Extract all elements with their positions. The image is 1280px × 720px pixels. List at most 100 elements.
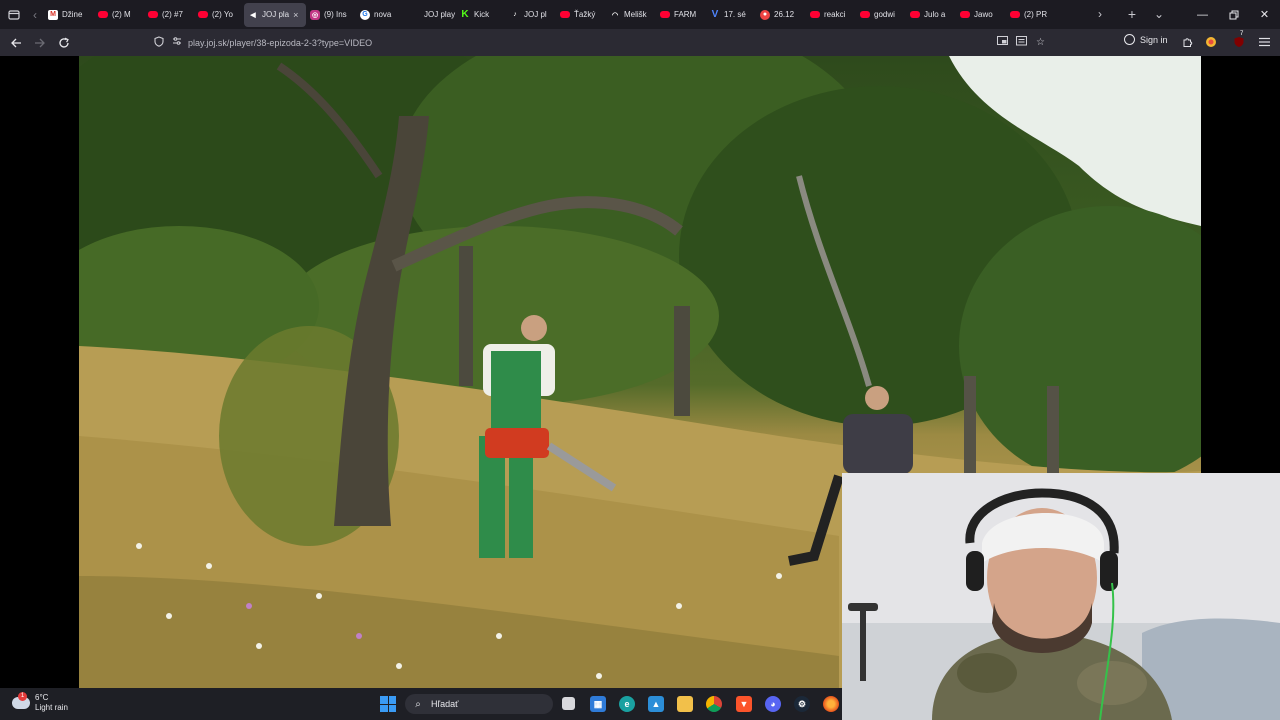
discord-icon[interactable]: ◕ [765, 696, 781, 712]
webcam-scene [842, 473, 1280, 720]
windows-start-icon[interactable] [380, 696, 396, 712]
browser-tab[interactable]: JOJ play [406, 3, 456, 27]
browser-tab[interactable]: ◎ (9) Ins [306, 3, 356, 27]
weather-rain-icon: 1 [12, 692, 30, 709]
minimize-icon[interactable]: — [1187, 0, 1218, 29]
tab-label: (2) M [112, 10, 131, 19]
youtube-icon [660, 11, 670, 18]
photos-app-icon[interactable]: ▲ [648, 696, 664, 712]
tab-label: godwi [874, 10, 895, 19]
webcam-overlay [842, 473, 1280, 720]
site-permissions-icon[interactable] [168, 36, 186, 49]
reload-icon[interactable] [54, 33, 74, 53]
restore-icon[interactable] [1218, 0, 1249, 29]
joj-icon: ♪ [513, 11, 517, 18]
tab-label: (9) Ins [324, 10, 347, 19]
tab-label: (2) Yo [212, 10, 233, 19]
tab-label: (2) PR [1024, 10, 1048, 19]
v-icon: V [711, 9, 719, 20]
scroll-tabs-right-icon[interactable]: › [1088, 2, 1112, 26]
close-tab-icon[interactable]: × [293, 10, 298, 20]
browser-tab[interactable]: godwi [856, 3, 906, 27]
tab-label: Džine [62, 10, 83, 19]
browser-tab[interactable]: V 17. sé [706, 3, 756, 27]
list-all-tabs-icon[interactable]: ⌄ [1147, 2, 1171, 26]
browser-tab[interactable]: (2) #7 [144, 3, 194, 27]
browser-tab[interactable]: (2) Yo [194, 3, 244, 27]
new-tab-icon[interactable]: + [1120, 2, 1144, 26]
tab-label: JOJ pl [524, 10, 547, 19]
tab-label: JOJ play [424, 10, 456, 19]
close-window-icon[interactable]: ✕ [1249, 0, 1280, 29]
tab-label: FARM [674, 10, 697, 19]
browser-tab[interactable]: K Kick [456, 3, 506, 27]
tab-label: nova [374, 10, 392, 19]
tab-strip: ‹ M Džine (2) M (2) #7 (2) Yo ◀ JOJ pla × ◎ (9) I… [0, 0, 1280, 29]
reader-view-icon[interactable] [1012, 36, 1031, 49]
browser-tab[interactable]: Ťažký [556, 3, 606, 27]
tab-label: Jawo [974, 10, 993, 19]
extensions-icon[interactable] [1179, 34, 1195, 50]
browser-tab[interactable]: ◀ JOJ pla × [244, 2, 306, 27]
account-icon [1124, 34, 1135, 45]
tab-label: 17. sé [724, 10, 746, 19]
picture-in-picture-icon[interactable] [993, 36, 1012, 49]
gmail-icon: M [48, 9, 58, 20]
forward-icon[interactable] [30, 33, 50, 53]
tab-label: Julo a [924, 10, 946, 19]
browser-tab[interactable]: (2) M [94, 3, 144, 27]
youtube-icon [810, 11, 820, 18]
browser-tab[interactable]: ♪ JOJ pl [506, 3, 556, 27]
browser-tab[interactable]: Jawo [956, 3, 1006, 27]
navigation-bar: play.joj.sk/player/38-epizoda-2-3?type=V… [0, 29, 1280, 56]
file-explorer-icon[interactable] [677, 696, 693, 712]
colorful-extension-icon[interactable] [1203, 34, 1219, 50]
steam-icon[interactable]: ⚙ [794, 696, 810, 712]
weather-condition: Light rain [35, 703, 68, 712]
browser-tab[interactable]: ◠ Melišk [606, 3, 656, 27]
speaker-icon: ◀ [250, 11, 256, 19]
youtube-icon [1010, 11, 1020, 18]
weather-widget[interactable]: 1 6°C Light rain [12, 692, 68, 713]
tracking-protection-icon[interactable] [150, 35, 168, 50]
app-menu-icon[interactable] [1256, 34, 1272, 50]
back-icon[interactable] [6, 33, 26, 53]
address-bar[interactable]: play.joj.sk/player/38-epizoda-2-3?type=V… [150, 32, 1050, 53]
task-view-icon[interactable] [562, 697, 575, 710]
browser-tab[interactable]: Julo a [906, 3, 956, 27]
youtube-icon [910, 11, 920, 18]
youtube-icon [98, 11, 108, 18]
tab-label: Melišk [624, 10, 647, 19]
kick-icon: K [461, 9, 469, 20]
tab-label: reakci [824, 10, 846, 19]
browser-tab[interactable]: reakci [806, 3, 856, 27]
sign-in-button[interactable]: Sign in [1124, 34, 1168, 45]
taskbar-search-box[interactable]: ⌕ Hľadať [405, 694, 553, 714]
brave-browser-icon[interactable]: ▼ [736, 696, 752, 712]
tab-overview-icon[interactable] [2, 3, 26, 27]
youtube-icon [960, 11, 970, 18]
tab-label: Ťažký [574, 10, 596, 19]
scroll-tabs-left-icon[interactable]: ‹ [26, 3, 44, 27]
browser-tab[interactable]: ● 26.12 [756, 3, 806, 27]
bookmark-star-icon[interactable]: ☆ [1031, 37, 1050, 48]
browser-tab[interactable]: Gnova [356, 3, 406, 27]
microsoft-store-icon[interactable]: ▦ [590, 696, 606, 712]
browser-tab[interactable]: FARM [656, 3, 706, 27]
ublock-extension-icon[interactable]: 7 [1231, 31, 1247, 50]
window-controls: — ✕ [1187, 0, 1280, 29]
youtube-icon [148, 11, 158, 18]
tab-list: M Džine (2) M (2) #7 (2) Yo ◀ JOJ pla × ◎ (9) Ins… [44, 0, 1056, 29]
browser-tab[interactable]: (2) PR [1006, 3, 1056, 27]
chrome-icon[interactable] [706, 696, 722, 712]
windows-taskbar: 1 6°C Light rain ⌕ Hľadať ▦ e ▲ ▼ ◕ ⚙ [0, 688, 842, 720]
url-text[interactable]: play.joj.sk/player/38-epizoda-2-3?type=V… [188, 38, 372, 48]
browser-tab[interactable]: M Džine [44, 3, 94, 27]
youtube-icon [198, 11, 208, 18]
tab-label: (2) #7 [162, 10, 183, 19]
tab-label: JOJ pla [262, 10, 290, 19]
headset-icon: ◠ [611, 11, 619, 19]
weather-alert-badge: 1 [18, 692, 27, 701]
firefox-icon[interactable] [823, 696, 839, 712]
edge-browser-icon[interactable]: e [619, 696, 635, 712]
